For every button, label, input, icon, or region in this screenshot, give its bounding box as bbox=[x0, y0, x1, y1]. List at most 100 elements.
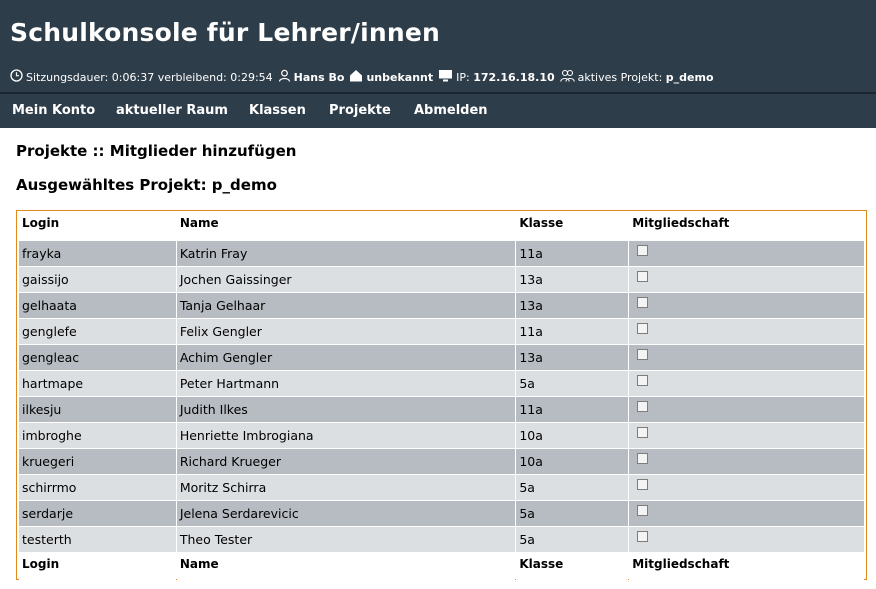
cell-name: Henriette Imbrogiana bbox=[176, 423, 516, 448]
table-row: kruegeri Richard Krueger 10a bbox=[19, 449, 864, 474]
cell-mitgliedschaft bbox=[629, 449, 864, 474]
cell-mitgliedschaft bbox=[629, 423, 864, 448]
cell-name: Richard Krueger bbox=[176, 449, 516, 474]
cell-mitgliedschaft bbox=[629, 501, 864, 526]
table-row: testerth Theo Tester 5a bbox=[19, 527, 864, 552]
table-row: hartmape Peter Hartmann 5a bbox=[19, 371, 864, 396]
membership-checkbox[interactable] bbox=[637, 323, 649, 334]
ip-address: 172.16.18.10 bbox=[473, 70, 555, 84]
cell-login: gelhaata bbox=[19, 293, 176, 318]
user-icon bbox=[278, 69, 291, 85]
cell-mitgliedschaft bbox=[629, 293, 864, 318]
cell-name: Jochen Gaissinger bbox=[176, 267, 516, 292]
main-nav: Mein Konto aktueller Raum Klassen Projek… bbox=[0, 92, 876, 128]
cell-klasse: 13a bbox=[516, 345, 629, 370]
table-row: imbroghe Henriette Imbrogiana 10a bbox=[19, 423, 864, 448]
cell-login: schirrmo bbox=[19, 475, 176, 500]
column-footer-login: Login bbox=[19, 553, 176, 581]
cell-login: imbroghe bbox=[19, 423, 176, 448]
table-footer-row: Login Name Klasse Mitgliedschaft bbox=[19, 553, 864, 581]
monitor-icon bbox=[438, 69, 453, 85]
members-table-frame: Login Name Klasse Mitgliedschaft frayka K… bbox=[16, 210, 867, 581]
membership-checkbox[interactable] bbox=[637, 375, 649, 386]
cell-name: Peter Hartmann bbox=[176, 371, 516, 396]
group-icon bbox=[559, 69, 575, 85]
cell-klasse: 5a bbox=[516, 371, 629, 396]
table-row: genglefe Felix Gengler 11a bbox=[19, 319, 864, 344]
cell-klasse: 11a bbox=[516, 241, 629, 266]
cell-name: Felix Gengler bbox=[176, 319, 516, 344]
user-name: Hans Bo bbox=[293, 70, 345, 84]
cell-mitgliedschaft bbox=[629, 345, 864, 370]
project-label: aktives Projekt: bbox=[577, 70, 663, 84]
nav-mein-konto[interactable]: Mein Konto bbox=[12, 103, 95, 118]
cell-mitgliedschaft bbox=[629, 241, 864, 266]
membership-checkbox[interactable] bbox=[637, 531, 649, 542]
cell-mitgliedschaft bbox=[629, 371, 864, 396]
membership-checkbox[interactable] bbox=[637, 453, 649, 464]
table-row: ilkesju Judith Ilkes 11a bbox=[19, 397, 864, 422]
membership-checkbox[interactable] bbox=[637, 349, 649, 360]
clock-icon bbox=[10, 69, 23, 85]
cell-name: Theo Tester bbox=[176, 527, 516, 552]
selected-project-heading: Ausgewähltes Projekt: p_demo bbox=[16, 176, 277, 194]
column-footer-mitgliedschaft: Mitgliedschaft bbox=[629, 553, 864, 581]
nav-projekte[interactable]: Projekte bbox=[329, 103, 391, 118]
page-title: Projekte :: Mitglieder hinzufügen bbox=[16, 142, 297, 160]
active-project: p_demo bbox=[665, 70, 714, 84]
cell-login: ilkesju bbox=[19, 397, 176, 422]
nav-abmelden[interactable]: Abmelden bbox=[414, 103, 488, 118]
cell-klasse: 5a bbox=[516, 501, 629, 526]
cell-login: genglefe bbox=[19, 319, 176, 344]
nav-klassen[interactable]: Klassen bbox=[249, 103, 306, 118]
cell-klasse: 5a bbox=[516, 475, 629, 500]
cell-klasse: 10a bbox=[516, 449, 629, 474]
cell-login: testerth bbox=[19, 527, 176, 552]
cell-login: serdarje bbox=[19, 501, 176, 526]
cell-login: gaissijo bbox=[19, 267, 176, 292]
cell-name: Judith Ilkes bbox=[176, 397, 516, 422]
table-header-row: Login Name Klasse Mitgliedschaft bbox=[19, 213, 864, 240]
table-row: serdarje Jelena Serdarevicic 5a bbox=[19, 501, 864, 526]
cell-klasse: 5a bbox=[516, 527, 629, 552]
cell-klasse: 11a bbox=[516, 397, 629, 422]
table-row: gaissijo Jochen Gaissinger 13a bbox=[19, 267, 864, 292]
session-time: 0:06:37 bbox=[111, 70, 155, 84]
cell-klasse: 13a bbox=[516, 293, 629, 318]
column-footer-name: Name bbox=[176, 553, 516, 581]
header: Schulkonsole für Lehrer/innen Sitzungsda… bbox=[0, 0, 876, 92]
cell-klasse: 11a bbox=[516, 319, 629, 344]
membership-checkbox[interactable] bbox=[637, 245, 649, 256]
cell-login: kruegeri bbox=[19, 449, 176, 474]
cell-name: Achim Gengler bbox=[176, 345, 516, 370]
cell-klasse: 10a bbox=[516, 423, 629, 448]
nav-aktueller-raum[interactable]: aktueller Raum bbox=[116, 103, 228, 118]
column-header-name: Name bbox=[176, 213, 516, 240]
membership-checkbox[interactable] bbox=[637, 271, 649, 282]
column-header-mitgliedschaft: Mitgliedschaft bbox=[629, 213, 864, 240]
membership-checkbox[interactable] bbox=[637, 505, 649, 516]
room-name: unbekannt bbox=[366, 70, 434, 84]
house-icon bbox=[349, 69, 363, 85]
table-row: gengleac Achim Gengler 13a bbox=[19, 345, 864, 370]
column-header-login: Login bbox=[19, 213, 176, 240]
membership-checkbox[interactable] bbox=[637, 297, 649, 308]
cell-name: Moritz Schirra bbox=[176, 475, 516, 500]
cell-login: frayka bbox=[19, 241, 176, 266]
cell-name: Jelena Serdarevicic bbox=[176, 501, 516, 526]
remaining-time: 0:29:54 bbox=[230, 70, 273, 84]
cell-klasse: 13a bbox=[516, 267, 629, 292]
cell-login: gengleac bbox=[19, 345, 176, 370]
cell-name: Katrin Fray bbox=[176, 241, 516, 266]
cell-mitgliedschaft bbox=[629, 475, 864, 500]
membership-checkbox[interactable] bbox=[637, 427, 649, 438]
membership-checkbox[interactable] bbox=[637, 479, 649, 490]
table-row: frayka Katrin Fray 11a bbox=[19, 241, 864, 266]
app-title: Schulkonsole für Lehrer/innen bbox=[10, 18, 441, 47]
cell-name: Tanja Gelhaar bbox=[176, 293, 516, 318]
ip-label: IP: bbox=[456, 70, 470, 84]
session-label: Sitzungsdauer: bbox=[26, 70, 109, 84]
cell-mitgliedschaft bbox=[629, 267, 864, 292]
cell-mitgliedschaft bbox=[629, 319, 864, 344]
membership-checkbox[interactable] bbox=[637, 401, 649, 412]
